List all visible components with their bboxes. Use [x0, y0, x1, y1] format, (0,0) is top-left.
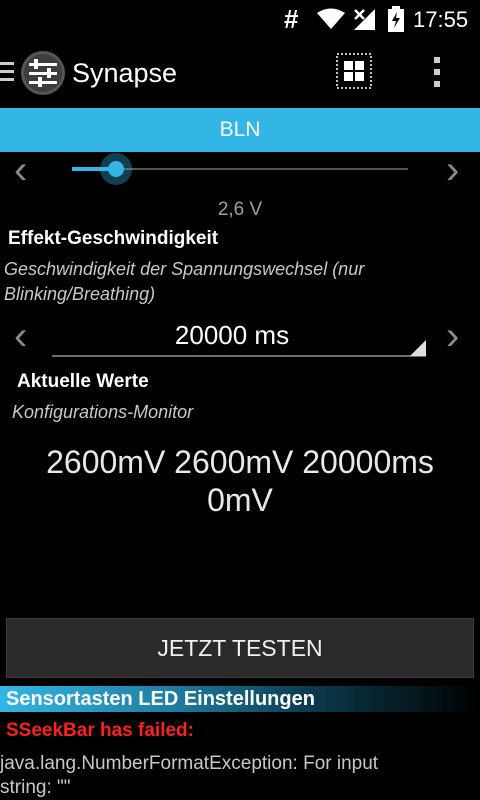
status-hash: #: [284, 4, 299, 34]
spinner-underline: [52, 355, 426, 357]
error-message-line2: string: "": [0, 777, 71, 798]
chevron-left-icon[interactable]: ‹: [14, 316, 27, 356]
app-equalizer-icon[interactable]: [20, 50, 66, 96]
chevron-right-icon[interactable]: ›: [446, 150, 459, 190]
chevron-right-icon[interactable]: ›: [446, 316, 459, 356]
monitor-line-2: 0mV: [207, 482, 273, 518]
error-message-line1: java.lang.NumberFormatException: For inp…: [0, 753, 379, 774]
effect-speed-summary-line1: Geschwindigkeit der Spannungswechsel (nu…: [4, 259, 365, 279]
voltage-seekbar-thumb-center: [107, 161, 124, 177]
current-values-summary: Konfigurations-Monitor: [12, 402, 194, 422]
app-title: Synapse: [72, 58, 178, 88]
monitor-line-1: 2600mV 2600mV 20000ms: [46, 444, 434, 480]
error-message: java.lang.NumberFormatException: For inp…: [0, 752, 440, 800]
grid-view-icon[interactable]: [336, 53, 372, 89]
effect-speed-spinner[interactable]: 20000 ms: [52, 320, 412, 351]
error-title: SSeekBar has failed:: [6, 720, 194, 741]
voltage-value: 2,6 V: [217, 199, 263, 220]
test-now-button[interactable]: JETZT TESTEN: [6, 618, 474, 678]
effect-speed-title: Effekt-Geschwindigkeit: [8, 228, 219, 249]
current-values-title: Aktuelle Werte: [17, 371, 149, 392]
status-time: 17:55: [413, 7, 469, 32]
section-title: BLN: [219, 118, 261, 141]
drawer-menu-icon[interactable]: [0, 60, 14, 84]
overflow-menu-icon[interactable]: [432, 56, 442, 88]
chevron-left-icon[interactable]: ‹: [14, 150, 27, 190]
effect-speed-summary-line2: Blinking/Breathing): [4, 284, 156, 304]
led-settings-title: Sensortasten LED Einstellungen: [6, 688, 315, 710]
signal-icon: [354, 9, 375, 30]
wifi-icon: [317, 8, 345, 29]
status-bar: [0, 0, 480, 38]
spinner-dropdown-icon[interactable]: [410, 340, 426, 356]
battery-charging-icon: [388, 6, 404, 32]
